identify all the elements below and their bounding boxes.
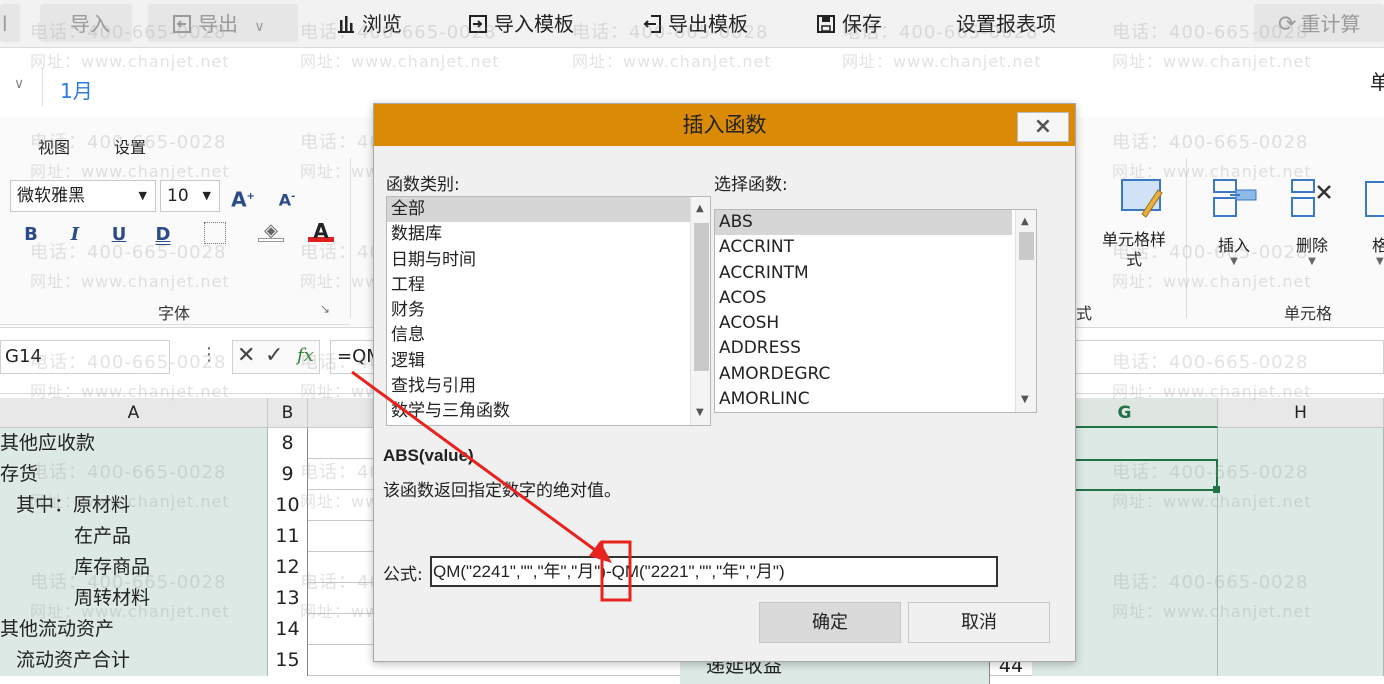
annotation-highlight-box bbox=[600, 540, 632, 602]
annotation-overlay bbox=[351, 370, 632, 602]
annotation-arrow-line bbox=[351, 370, 607, 560]
